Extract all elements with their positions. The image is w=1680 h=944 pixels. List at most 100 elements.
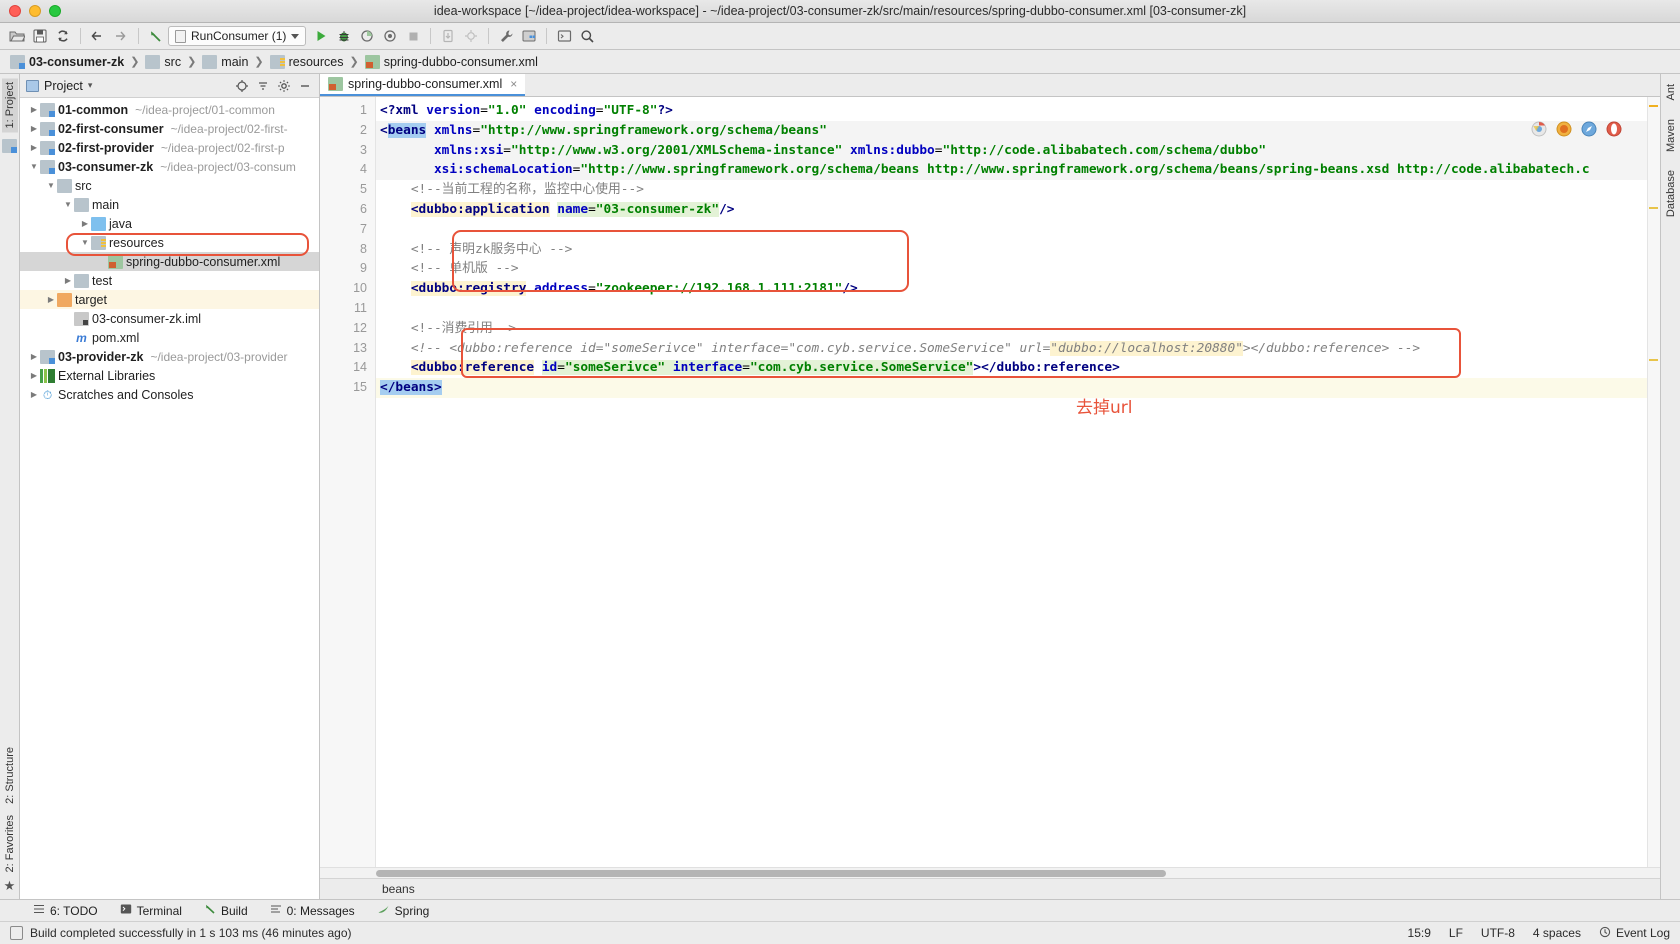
code-line-8: <!-- 声明zk服务中心 -->	[410, 241, 573, 257]
code-text-area[interactable]: <?xml version="1.0" encoding="UTF-8"?> <…	[376, 97, 1647, 867]
sidebar-tab-favorites[interactable]: 2: Favorites	[2, 811, 18, 876]
save-all-icon[interactable]	[29, 25, 51, 47]
tree-row-test[interactable]: ▶ test	[20, 271, 319, 290]
run-configuration-selector[interactable]: RunConsumer (1)	[168, 26, 307, 46]
project-structure-icon[interactable]	[518, 25, 540, 47]
maximize-window-button[interactable]	[49, 5, 61, 17]
run-with-coverage-button[interactable]	[356, 25, 378, 47]
breadcrumb-item-file[interactable]: spring-dubbo-consumer.xml	[362, 54, 541, 70]
event-log-button[interactable]: Event Log	[1599, 926, 1670, 941]
tool-window-spring[interactable]: Spring	[366, 901, 441, 920]
close-window-button[interactable]	[9, 5, 21, 17]
chrome-browser-icon[interactable]	[1531, 121, 1547, 140]
tool-window-build[interactable]: Build	[193, 901, 259, 920]
expand-arrow-icon[interactable]: ▶	[28, 390, 40, 399]
sidebar-tab-maven[interactable]: Maven	[1663, 115, 1679, 156]
locate-icon[interactable]	[234, 78, 250, 94]
tree-row-scratches-and-consoles[interactable]: ▶ ⏱ Scratches and Consoles	[20, 385, 319, 404]
expand-arrow-icon[interactable]: ▶	[45, 295, 57, 304]
tree-row-java[interactable]: ▶ java	[20, 214, 319, 233]
opera-browser-icon[interactable]	[1606, 121, 1622, 140]
open-project-icon[interactable]	[6, 25, 28, 47]
profile-button[interactable]	[379, 25, 401, 47]
debug-button[interactable]	[333, 25, 355, 47]
error-stripe-marker-gutter[interactable]	[1647, 97, 1660, 867]
breadcrumb-item-resources[interactable]: resources	[267, 54, 347, 70]
safari-browser-icon[interactable]	[1581, 121, 1597, 140]
expand-arrow-icon[interactable]: ▶	[28, 105, 40, 114]
editor-tab-spring-dubbo-consumer-xml[interactable]: spring-dubbo-consumer.xml ×	[320, 74, 526, 96]
tree-row-pom-xml[interactable]: m pom.xml	[20, 328, 319, 347]
expand-arrow-icon[interactable]: ▶	[28, 143, 40, 152]
sync-icon[interactable]	[52, 25, 74, 47]
gear-icon[interactable]	[276, 78, 292, 94]
tree-row-spring-dubbo-consumer-xml[interactable]: spring-dubbo-consumer.xml	[20, 252, 319, 271]
tree-row-resources[interactable]: ▼ resources	[20, 233, 319, 252]
close-icon[interactable]: ×	[510, 77, 517, 91]
file-encoding[interactable]: UTF-8	[1481, 926, 1515, 940]
tree-row-target[interactable]: ▶ target	[20, 290, 319, 309]
show-tool-windows-icon[interactable]	[10, 926, 23, 940]
breadcrumb-item-src[interactable]: src	[142, 54, 184, 70]
event-log-icon	[1599, 926, 1611, 941]
last-edit-location-icon[interactable]	[145, 25, 167, 47]
project-view-chevron-down-icon[interactable]: ▾	[88, 80, 93, 91]
warning-marker[interactable]	[1649, 105, 1658, 107]
tree-row-02-first-provider[interactable]: ▶ 02-first-provider ~/idea-project/02-fi…	[20, 138, 319, 157]
expand-arrow-icon[interactable]: ▶	[28, 352, 40, 361]
editor-horizontal-scrollbar[interactable]	[320, 867, 1660, 878]
breadcrumb-item-main[interactable]: main	[199, 54, 251, 70]
indent-setting[interactable]: 4 spaces	[1533, 926, 1581, 940]
breadcrumb-item-module[interactable]: 03-consumer-zk	[7, 54, 127, 70]
info-marker-2[interactable]	[1649, 359, 1658, 361]
tree-row-src[interactable]: ▼ src	[20, 176, 319, 195]
back-icon[interactable]	[87, 25, 109, 47]
collapse-arrow-icon[interactable]: ▼	[62, 200, 74, 209]
tree-row-iml[interactable]: 03-consumer-zk.iml	[20, 309, 319, 328]
tool-window-terminal[interactable]: Terminal	[109, 901, 193, 920]
browser-preview-toolbar[interactable]	[1531, 121, 1622, 140]
info-marker[interactable]	[1649, 207, 1658, 209]
breadcrumb-label: resources	[288, 54, 344, 69]
tree-row-01-common[interactable]: ▶ 01-common ~/idea-project/01-common	[20, 100, 319, 119]
hide-panel-icon[interactable]	[297, 78, 313, 94]
tree-row-02-first-consumer[interactable]: ▶ 02-first-consumer ~/idea-project/02-fi…	[20, 119, 319, 138]
collapse-arrow-icon[interactable]: ▼	[45, 181, 57, 190]
settings-wrench-icon[interactable]	[495, 25, 517, 47]
project-tree[interactable]: ▶ 01-common ~/idea-project/01-common ▶ 0…	[20, 98, 319, 899]
editor-breadcrumb-beans[interactable]: beans	[382, 882, 415, 896]
collapse-arrow-icon[interactable]: ▼	[28, 162, 40, 171]
sidebar-tab-database[interactable]: Database	[1663, 166, 1679, 221]
window-controls[interactable]	[0, 5, 61, 17]
expand-arrow-icon[interactable]: ▶	[28, 124, 40, 133]
sidebar-tab-project[interactable]: 1: Project	[1, 78, 18, 133]
tool-window-todo[interactable]: 6: TODO	[22, 901, 109, 920]
code-editor[interactable]: 1 2 3 4 5 6 7 8 9 10 11 12 13 14 15 <?xm…	[320, 97, 1660, 867]
line-separator[interactable]: LF	[1449, 926, 1463, 940]
tree-row-main[interactable]: ▼ main	[20, 195, 319, 214]
collapse-arrow-icon[interactable]: ▼	[79, 238, 91, 247]
expand-arrow-icon[interactable]: ▶	[62, 276, 74, 285]
search-everywhere-icon[interactable]	[576, 25, 598, 47]
terminal-toolbar-icon[interactable]	[553, 25, 575, 47]
stop-button[interactable]	[402, 25, 424, 47]
forward-icon[interactable]	[110, 25, 132, 47]
firefox-browser-icon[interactable]	[1556, 121, 1572, 140]
line-number-gutter[interactable]: 1 2 3 4 5 6 7 8 9 10 11 12 13 14 15	[320, 97, 376, 867]
run-button[interactable]	[310, 25, 332, 47]
caret-position[interactable]: 15:9	[1408, 926, 1431, 940]
tree-row-external-libraries[interactable]: ▶ External Libraries	[20, 366, 319, 385]
tool-window-messages[interactable]: 0: Messages	[259, 901, 366, 920]
expand-arrow-icon[interactable]: ▶	[28, 371, 40, 380]
tree-row-03-provider-zk[interactable]: ▶ 03-provider-zk ~/idea-project/03-provi…	[20, 347, 319, 366]
attach-debugger-icon[interactable]	[460, 25, 482, 47]
idea-window: idea-workspace [~/idea-project/idea-work…	[0, 0, 1680, 944]
collapse-all-icon[interactable]	[255, 78, 271, 94]
update-running-app-icon[interactable]	[437, 25, 459, 47]
tree-row-03-consumer-zk[interactable]: ▼ 03-consumer-zk ~/idea-project/03-consu…	[20, 157, 319, 176]
scrollbar-thumb[interactable]	[376, 870, 1166, 877]
sidebar-tab-structure[interactable]: 2: Structure	[2, 743, 18, 808]
minimize-window-button[interactable]	[29, 5, 41, 17]
expand-arrow-icon[interactable]: ▶	[79, 219, 91, 228]
sidebar-tab-ant[interactable]: Ant	[1663, 80, 1679, 105]
